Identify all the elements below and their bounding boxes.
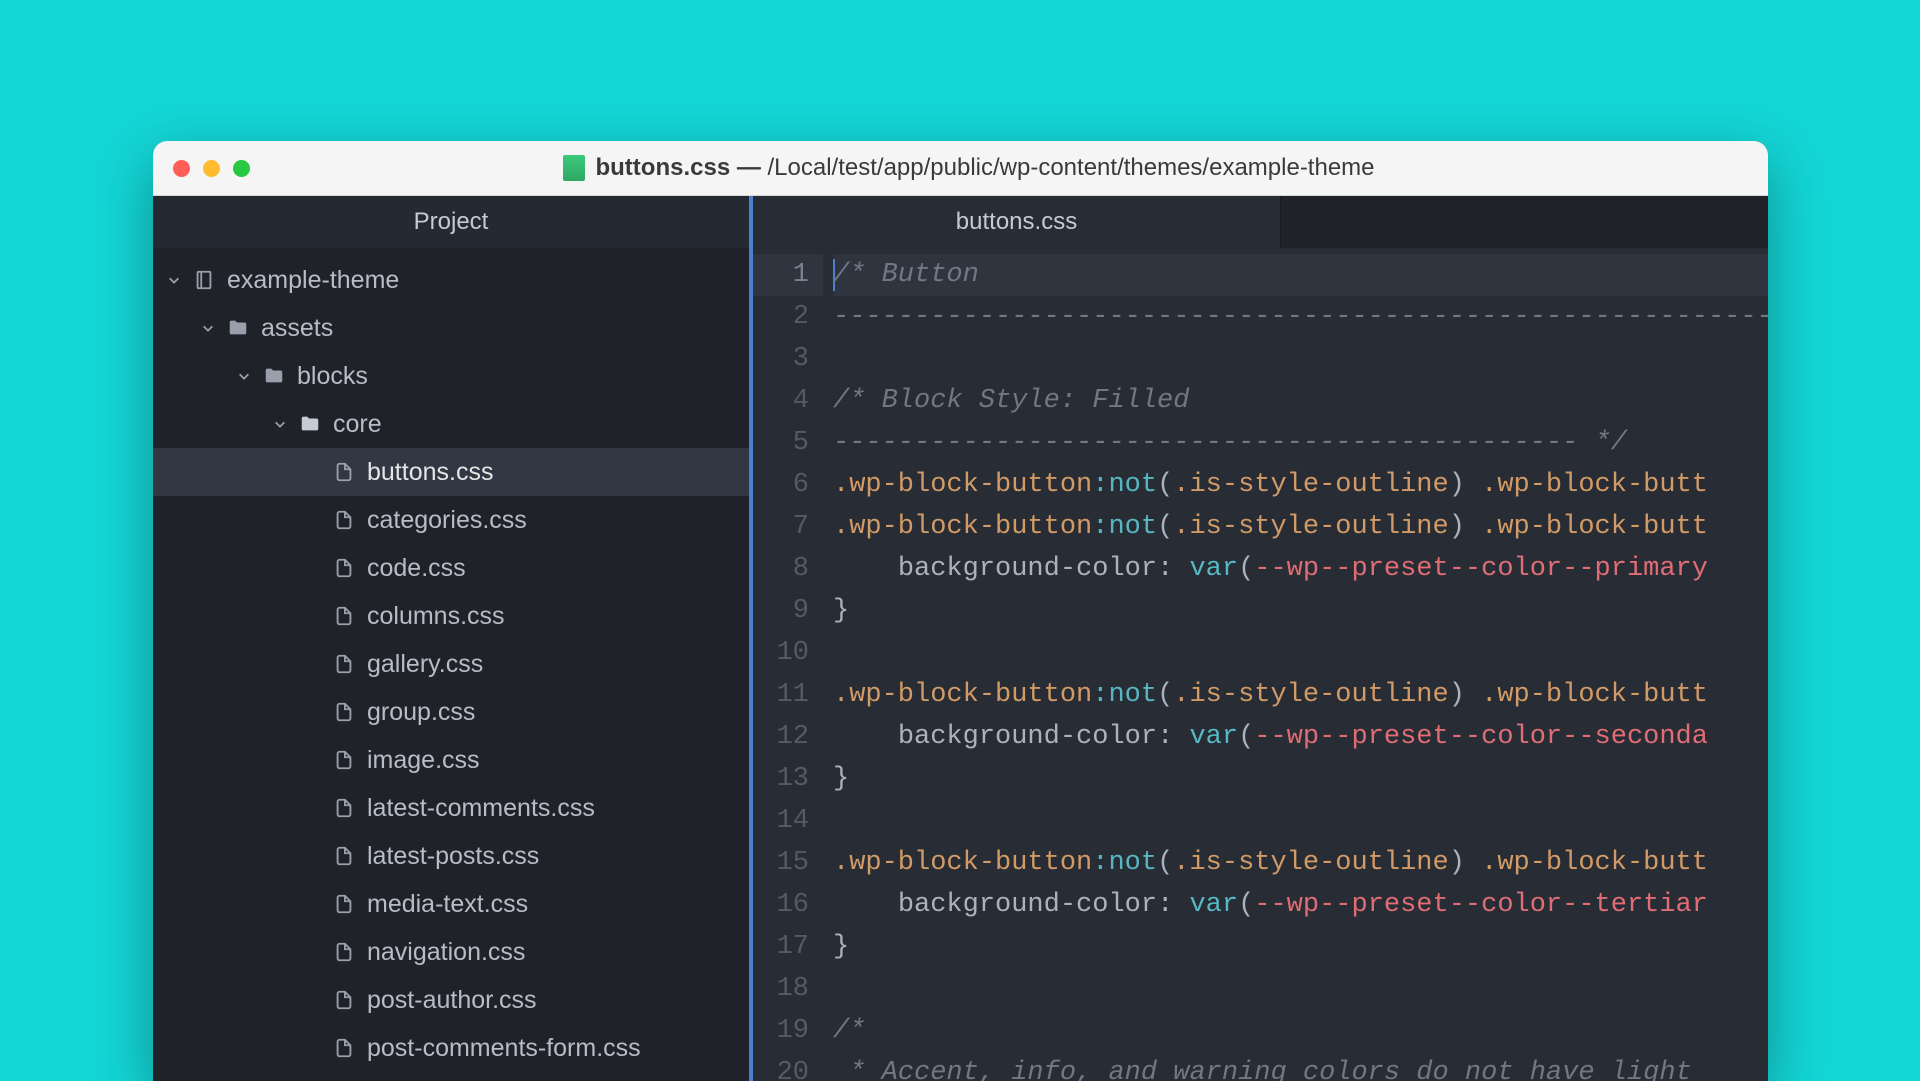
code-line[interactable]: } — [833, 758, 1768, 800]
file-item[interactable]: post-comments-form.css — [153, 1024, 749, 1072]
file-item[interactable]: group.css — [153, 688, 749, 736]
code-line[interactable]: .wp-block-button:not(.is-style-outline) … — [833, 506, 1768, 548]
file-label: navigation.css — [367, 938, 525, 967]
file-icon — [333, 1037, 355, 1059]
file-icon — [333, 989, 355, 1011]
file-label: group.css — [367, 698, 475, 727]
file-icon — [333, 797, 355, 819]
folder-icon — [263, 365, 285, 387]
folder-core[interactable]: core — [153, 400, 749, 448]
code-line[interactable]: .wp-block-button:not(.is-style-outline) … — [833, 464, 1768, 506]
file-icon — [333, 845, 355, 867]
close-window-button[interactable] — [173, 160, 190, 177]
file-label: categories.css — [367, 506, 527, 535]
file-icon — [333, 749, 355, 771]
file-label: buttons.css — [367, 458, 493, 487]
code-content[interactable]: /* Button-------------------------------… — [823, 248, 1768, 1081]
file-item[interactable]: media-text.css — [153, 880, 749, 928]
file-label: code.css — [367, 554, 466, 583]
code-line[interactable]: /* Block Style: Filled — [833, 380, 1768, 422]
chevron-down-icon — [167, 273, 181, 287]
file-label: columns.css — [367, 602, 505, 631]
code-line[interactable]: ----------------------------------------… — [833, 422, 1768, 464]
project-root[interactable]: example-theme — [153, 256, 749, 304]
line-number-gutter: 1234567891011121314151617181920 — [753, 248, 823, 1081]
file-tree[interactable]: example-theme assets blocks core — [153, 248, 749, 1072]
code-line[interactable] — [833, 338, 1768, 380]
file-item[interactable]: post-author.css — [153, 976, 749, 1024]
file-item[interactable]: code.css — [153, 544, 749, 592]
chevron-down-icon — [201, 321, 215, 335]
code-line[interactable] — [833, 968, 1768, 1010]
file-label: image.css — [367, 746, 480, 775]
repo-icon — [193, 269, 215, 291]
file-label: post-author.css — [367, 986, 537, 1015]
tab-buttons-css[interactable]: buttons.css — [753, 196, 1281, 248]
code-line[interactable]: } — [833, 926, 1768, 968]
file-label: post-comments-form.css — [367, 1034, 641, 1063]
project-sidebar[interactable]: Project example-theme assets blocks — [153, 196, 753, 1081]
code-line[interactable]: /* — [833, 1010, 1768, 1052]
file-icon — [333, 653, 355, 675]
file-item[interactable]: latest-posts.css — [153, 832, 749, 880]
file-item[interactable]: image.css — [153, 736, 749, 784]
code-line[interactable]: /* Button — [833, 254, 1768, 296]
folder-assets[interactable]: assets — [153, 304, 749, 352]
sidebar-header: Project — [153, 196, 749, 248]
window-title: buttons.css — /Local/test/app/public/wp-… — [190, 154, 1748, 182]
file-icon — [333, 509, 355, 531]
folder-icon — [227, 317, 249, 339]
folder-label: core — [333, 410, 382, 439]
tab-bar: buttons.css — [753, 196, 1768, 248]
code-line[interactable]: .wp-block-button:not(.is-style-outline) … — [833, 674, 1768, 716]
editor-window: buttons.css — /Local/test/app/public/wp-… — [153, 141, 1768, 1081]
file-icon — [333, 557, 355, 579]
folder-label: assets — [261, 314, 333, 343]
folder-label: blocks — [297, 362, 368, 391]
file-label: latest-comments.css — [367, 794, 595, 823]
file-label: media-text.css — [367, 890, 528, 919]
chevron-down-icon — [273, 417, 287, 431]
file-item[interactable]: gallery.css — [153, 640, 749, 688]
file-type-icon — [563, 155, 585, 181]
file-icon — [333, 605, 355, 627]
file-item[interactable]: buttons.css — [153, 448, 749, 496]
titlebar[interactable]: buttons.css — /Local/test/app/public/wp-… — [153, 141, 1768, 196]
file-item[interactable]: latest-comments.css — [153, 784, 749, 832]
file-item[interactable]: columns.css — [153, 592, 749, 640]
file-icon — [333, 461, 355, 483]
title-separator: — — [730, 154, 767, 181]
code-line[interactable] — [833, 800, 1768, 842]
code-line[interactable]: background-color: var(--wp--preset--colo… — [833, 884, 1768, 926]
file-icon — [333, 941, 355, 963]
code-line[interactable]: } — [833, 590, 1768, 632]
code-area[interactable]: 1234567891011121314151617181920 /* Butto… — [753, 248, 1768, 1081]
file-item[interactable]: categories.css — [153, 496, 749, 544]
chevron-down-icon — [237, 369, 251, 383]
folder-icon — [299, 413, 321, 435]
file-item[interactable]: navigation.css — [153, 928, 749, 976]
code-line[interactable]: .wp-block-button:not(.is-style-outline) … — [833, 842, 1768, 884]
folder-blocks[interactable]: blocks — [153, 352, 749, 400]
code-line[interactable]: background-color: var(--wp--preset--colo… — [833, 716, 1768, 758]
editor-pane: buttons.css 1234567891011121314151617181… — [753, 196, 1768, 1081]
title-path: /Local/test/app/public/wp-content/themes… — [768, 154, 1375, 181]
title-filename: buttons.css — [595, 154, 730, 181]
file-icon — [333, 701, 355, 723]
code-line[interactable]: background-color: var(--wp--preset--colo… — [833, 548, 1768, 590]
tab-label: buttons.css — [956, 208, 1077, 236]
code-line[interactable] — [833, 632, 1768, 674]
project-name: example-theme — [227, 266, 399, 295]
file-label: latest-posts.css — [367, 842, 539, 871]
code-line[interactable]: ----------------------------------------… — [833, 296, 1768, 338]
code-line[interactable]: * Accent, info, and warning colors do no… — [833, 1052, 1768, 1081]
file-icon — [333, 893, 355, 915]
file-label: gallery.css — [367, 650, 483, 679]
